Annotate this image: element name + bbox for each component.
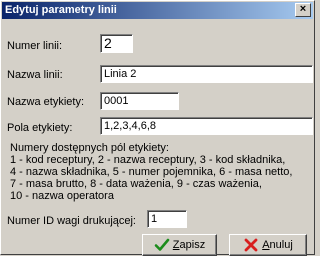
x-cross-icon [244, 238, 258, 252]
label-name-label: Nazwa etykiety: [7, 96, 85, 108]
dialog-window: Edytuj parametry linii × Numer linii: 2 … [0, 0, 315, 256]
available-fields-info: Numery dostępnych pól etykiety: 1 - kod … [10, 142, 310, 202]
save-button[interactable]: Zapisz [142, 234, 217, 256]
scale-id-input[interactable]: 1 [147, 210, 187, 228]
info-line: 4 - nazwa składnika, 5 - numer pojemnika… [10, 166, 293, 178]
scale-id-label: Numer ID wagi drukującej: [7, 215, 136, 227]
line-name-input[interactable]: Linia 2 [100, 65, 313, 83]
title-bar[interactable]: Edytuj parametry linii × [2, 2, 313, 19]
label-fields-label: Pola etykiety: [7, 122, 73, 134]
line-number-label: Numer linii: [7, 40, 63, 52]
window-title: Edytuj parametry linii [5, 4, 117, 16]
checkmark-icon [154, 238, 170, 251]
save-label: Zapisz [172, 239, 206, 251]
info-line: 7 - masa brutto, 8 - data ważenia, 9 - c… [10, 178, 262, 190]
info-line: Numery dostępnych pól etykiety: [10, 142, 169, 154]
info-line: 1 - kod receptury, 2 - nazwa receptury, … [10, 154, 286, 166]
label-name-input[interactable]: 0001 [100, 92, 179, 110]
info-line: 10 - nazwa operatora [10, 190, 114, 202]
cancel-label: Anuluj [262, 239, 293, 251]
close-button[interactable]: × [295, 3, 311, 17]
line-name-label: Nazwa linii: [7, 69, 63, 81]
label-fields-input[interactable]: 1,2,3,4,6,8 [100, 117, 313, 135]
line-number-input[interactable]: 2 [100, 34, 133, 53]
cancel-button[interactable]: Anuluj [229, 234, 307, 256]
close-icon: × [299, 3, 307, 15]
